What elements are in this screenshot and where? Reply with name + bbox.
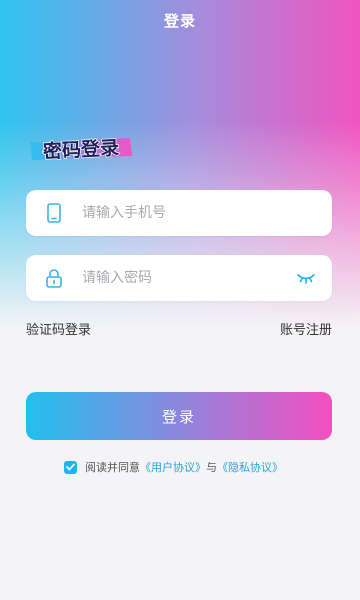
eye-closed-icon[interactable] (296, 255, 316, 301)
agreement-conjunction: 与 (206, 461, 217, 474)
privacy-policy-link[interactable]: 《隐私协议》 (217, 459, 283, 475)
password-field[interactable] (26, 255, 332, 301)
sms-login-link[interactable]: 验证码登录 (26, 319, 91, 338)
agreement-row: 阅读并同意 《用户协议》 与 《隐私协议》 (64, 458, 283, 476)
agreement-prefix: 阅读并同意 (85, 461, 140, 474)
page-title: 登录 (163, 11, 196, 30)
login-links: 验证码登录 账号注册 (26, 318, 332, 338)
checkbox-icon[interactable] (64, 460, 77, 474)
phone-field[interactable] (26, 190, 332, 236)
user-agreement-link[interactable]: 《用户协议》 (140, 459, 206, 475)
register-link[interactable]: 账号注册 (280, 319, 332, 338)
password-input[interactable] (82, 270, 282, 286)
login-button[interactable]: 登录 (26, 392, 332, 440)
phone-icon (26, 190, 82, 236)
password-login-logo: 密码登录 (26, 134, 136, 164)
lock-icon (26, 255, 82, 301)
logo-title-text: 密码登录 (42, 136, 119, 163)
phone-input[interactable] (82, 205, 282, 221)
top-bar: 登录 (0, 0, 360, 40)
